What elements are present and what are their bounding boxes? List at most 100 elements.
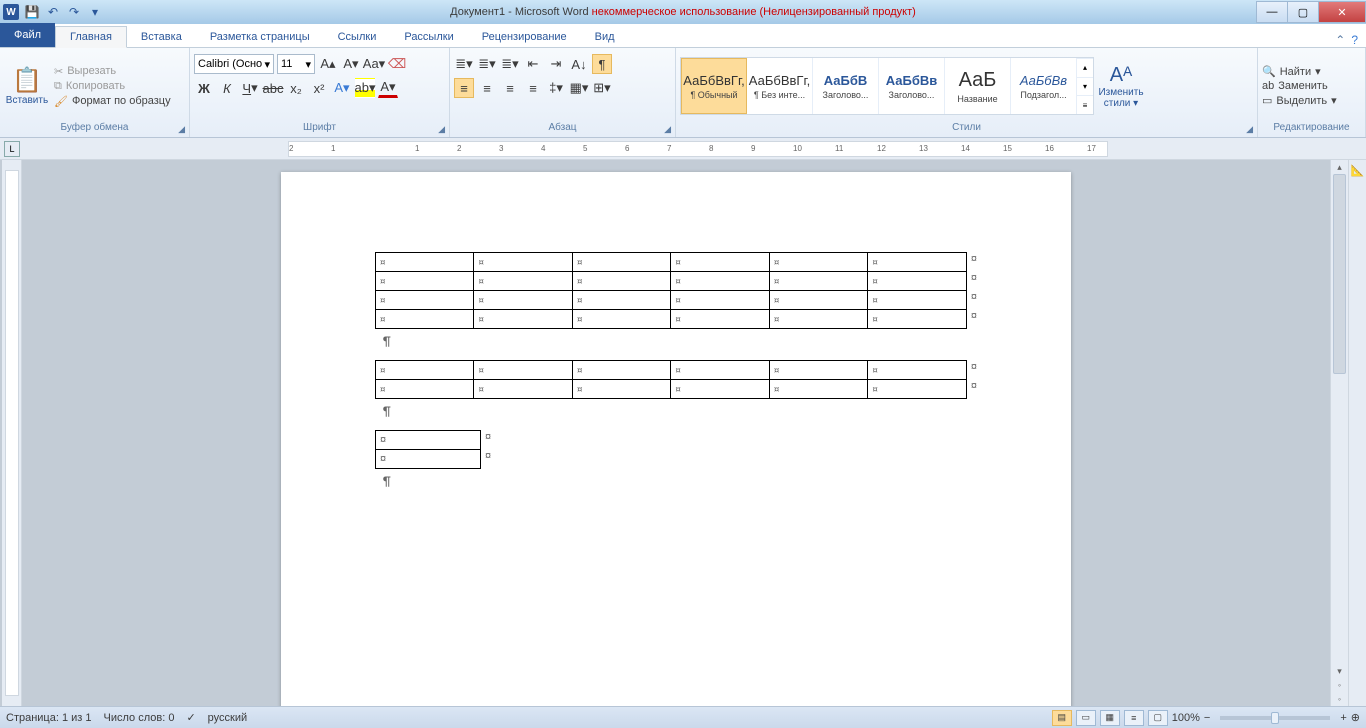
table-cell[interactable]: ¤	[376, 291, 474, 310]
zoom-in-icon[interactable]: +	[1340, 712, 1346, 724]
save-icon[interactable]: 💾	[23, 3, 41, 21]
table-cell[interactable]: ¤	[572, 380, 670, 399]
table-cell[interactable]: ¤	[769, 253, 867, 272]
bold-icon[interactable]: Ж	[194, 78, 214, 98]
scroll-thumb[interactable]	[1333, 174, 1346, 374]
text-effects-icon[interactable]: A▾	[332, 78, 352, 98]
highlight-icon[interactable]: ab▾	[355, 78, 375, 98]
table-cell[interactable]: ¤	[572, 310, 670, 329]
grow-font-icon[interactable]: A▴	[318, 54, 338, 74]
clipboard-dialog-icon[interactable]: ◢	[178, 124, 185, 135]
document-area[interactable]: ¤¤¤¤¤¤¤¤¤¤¤¤¤¤¤¤¤¤¤¤¤¤¤¤¤¤¤¤¶¤¤¤¤¤¤¤¤¤¤¤…	[22, 160, 1330, 706]
show-marks-icon[interactable]: ¶	[592, 54, 612, 74]
web-view-icon[interactable]: ▦	[1100, 710, 1120, 726]
table-cell[interactable]: ¤	[376, 272, 474, 291]
font-color-icon[interactable]: A▾	[378, 78, 398, 98]
table-cell[interactable]: ¤	[868, 291, 967, 310]
table-cell[interactable]: ¤	[769, 272, 867, 291]
scroll-up-icon[interactable]: ▴	[1331, 160, 1348, 174]
styles-dialog-icon[interactable]: ◢	[1246, 124, 1253, 135]
file-tab[interactable]: Файл	[0, 23, 55, 47]
style-title[interactable]: АаБНазвание	[945, 58, 1011, 114]
table-cell[interactable]: ¤	[474, 291, 572, 310]
font-dialog-icon[interactable]: ◢	[438, 124, 445, 135]
copy-button[interactable]: ⧉Копировать	[54, 80, 171, 93]
table-cell[interactable]: ¤	[769, 291, 867, 310]
strike-icon[interactable]: abc	[263, 78, 283, 98]
indent-dec-icon[interactable]: ⇤	[523, 54, 543, 74]
multilevel-icon[interactable]: ≣▾	[500, 54, 520, 74]
table-cell[interactable]: ¤	[376, 380, 474, 399]
align-left-icon[interactable]: ≡	[454, 78, 474, 98]
table-cell[interactable]: ¤	[868, 272, 967, 291]
subscript-icon[interactable]: x₂	[286, 78, 306, 98]
tab-view[interactable]: Вид	[581, 27, 629, 47]
table-cell[interactable]: ¤	[376, 361, 474, 380]
tab-layout[interactable]: Разметка страницы	[196, 27, 324, 47]
horizontal-ruler[interactable]: 211234567891011121314151617	[288, 141, 1108, 157]
outline-view-icon[interactable]: ≡	[1124, 710, 1144, 726]
ruler-toggle-icon[interactable]: 📐	[1351, 164, 1365, 177]
font-size-select[interactable]: 11▾	[277, 54, 315, 74]
style-heading1[interactable]: АаБбВЗаголово...	[813, 58, 879, 114]
table-cell[interactable]: ¤	[474, 361, 572, 380]
style-normal[interactable]: АаБбВвГг,¶ Обычный	[681, 58, 747, 114]
help-icon[interactable]: ?	[1351, 33, 1358, 47]
tab-selector[interactable]: L	[4, 141, 20, 157]
indent-inc-icon[interactable]: ⇥	[546, 54, 566, 74]
page[interactable]: ¤¤¤¤¤¤¤¤¤¤¤¤¤¤¤¤¤¤¤¤¤¤¤¤¤¤¤¤¶¤¤¤¤¤¤¤¤¤¤¤…	[281, 172, 1071, 706]
zoom-level[interactable]: 100%	[1172, 712, 1200, 724]
borders-icon[interactable]: ⊞▾	[592, 78, 612, 98]
vertical-scrollbar[interactable]: ▴ ▾ ◦ ◦	[1330, 160, 1348, 706]
language-status[interactable]: русский	[208, 712, 247, 724]
table-cell[interactable]: ¤	[868, 310, 967, 329]
justify-icon[interactable]: ≡	[523, 78, 543, 98]
sort-icon[interactable]: A↓	[569, 54, 589, 74]
italic-icon[interactable]: К	[217, 78, 237, 98]
table[interactable]: ¤¤¤¤¤¤¤¤¤¤¤¤	[375, 360, 967, 399]
tab-home[interactable]: Главная	[55, 26, 127, 48]
print-layout-view-icon[interactable]: ▤	[1052, 710, 1072, 726]
tab-references[interactable]: Ссылки	[324, 27, 391, 47]
change-styles-button[interactable]: Aᴬ Изменить стили ▾	[1098, 53, 1144, 119]
para-dialog-icon[interactable]: ◢	[664, 124, 671, 135]
change-case-icon[interactable]: Aa▾	[364, 54, 384, 74]
table-cell[interactable]: ¤	[671, 272, 769, 291]
table-cell[interactable]: ¤	[868, 361, 967, 380]
clear-format-icon[interactable]: ⌫	[387, 54, 407, 74]
table-cell[interactable]: ¤	[868, 380, 967, 399]
table-cell[interactable]: ¤	[671, 253, 769, 272]
table-cell[interactable]: ¤	[671, 361, 769, 380]
table-cell[interactable]: ¤	[671, 310, 769, 329]
replace-button[interactable]: abЗаменить	[1262, 80, 1337, 92]
spellcheck-icon[interactable]: ✓	[186, 711, 195, 724]
bullets-icon[interactable]: ≣▾	[454, 54, 474, 74]
undo-icon[interactable]: ↶	[44, 3, 62, 21]
next-page-icon[interactable]: ◦	[1331, 692, 1348, 706]
superscript-icon[interactable]: x²	[309, 78, 329, 98]
styles-scroll[interactable]: ▴▾≡	[1077, 58, 1093, 114]
table[interactable]: ¤¤¤¤¤¤¤¤¤¤¤¤¤¤¤¤¤¤¤¤¤¤¤¤	[375, 252, 967, 329]
numbering-icon[interactable]: ≣▾	[477, 54, 497, 74]
table-cell[interactable]: ¤	[474, 310, 572, 329]
table-cell[interactable]: ¤	[474, 253, 572, 272]
shading-icon[interactable]: ▦▾	[569, 78, 589, 98]
table-cell[interactable]: ¤	[572, 361, 670, 380]
page-status[interactable]: Страница: 1 из 1	[6, 712, 92, 724]
word-count[interactable]: Число слов: 0	[104, 712, 175, 724]
table-cell[interactable]: ¤	[376, 431, 481, 450]
table-cell[interactable]: ¤	[868, 253, 967, 272]
style-subtitle[interactable]: АаБбВвПодзагол...	[1011, 58, 1077, 114]
vertical-ruler[interactable]	[2, 160, 22, 706]
table-cell[interactable]: ¤	[474, 380, 572, 399]
table-cell[interactable]: ¤	[769, 310, 867, 329]
table-cell[interactable]: ¤	[376, 253, 474, 272]
scroll-down-icon[interactable]: ▾	[1331, 664, 1348, 678]
line-spacing-icon[interactable]: ‡▾	[546, 78, 566, 98]
table-cell[interactable]: ¤	[671, 291, 769, 310]
select-button[interactable]: ▭Выделить ▾	[1262, 94, 1337, 107]
styles-gallery[interactable]: АаБбВвГг,¶ Обычный АаБбВвГг,¶ Без инте..…	[680, 57, 1094, 115]
fullscreen-view-icon[interactable]: ▭	[1076, 710, 1096, 726]
shrink-font-icon[interactable]: A▾	[341, 54, 361, 74]
close-button[interactable]: ✕	[1318, 1, 1366, 23]
